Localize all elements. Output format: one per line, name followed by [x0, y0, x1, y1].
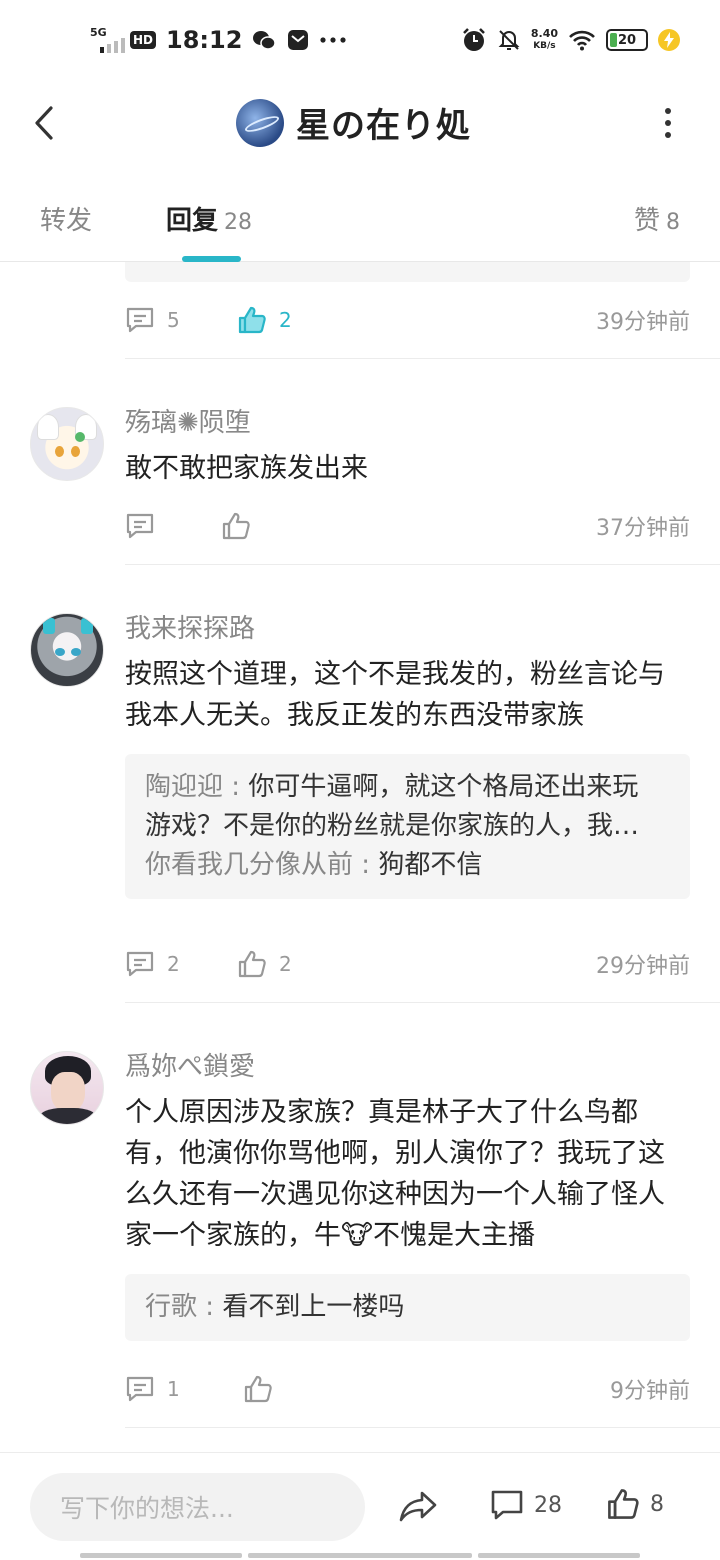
reply-quote-box	[125, 262, 690, 282]
comment-icon	[126, 307, 154, 333]
username[interactable]: 爲妳ぺ鎖愛	[125, 1046, 255, 1083]
comment-input[interactable]: 写下你的想法...	[30, 1473, 365, 1541]
network-speed: 8.40 KB/s	[530, 27, 558, 52]
comment-actions: 1 9分钟前	[125, 1369, 690, 1409]
reply-line: 游戏？不是你的粉丝就是你家族的人，我…	[145, 811, 640, 841]
comment-text: 按照这个道理，这个不是我发的，粉丝言论与我本人无关。我反正发的东西没带家族	[125, 659, 665, 731]
chevron-left-icon	[35, 106, 53, 140]
clock: 18:12	[166, 26, 243, 54]
divider	[125, 564, 720, 565]
channel-title[interactable]: 星の在り処	[236, 98, 471, 147]
hd-badge: HD	[130, 31, 157, 49]
divider	[125, 1002, 720, 1003]
bottom-bar: 写下你的想法... 28 8	[0, 1452, 720, 1560]
status-bar: 5G HD 18:12 8.40 KB/s 20	[0, 0, 720, 80]
timestamp: 29分钟前	[596, 954, 690, 979]
thumbs-up-icon	[238, 950, 266, 978]
home-indicator	[80, 1553, 640, 1558]
page-title: 星の在り処	[296, 106, 471, 146]
comment-text: 敢不敢把家族发出来	[125, 453, 368, 484]
channel-avatar	[236, 98, 284, 147]
battery-icon: 20	[606, 29, 648, 51]
comment-actions: 2 2 29分钟前	[125, 944, 690, 984]
reply-button[interactable]: 5	[125, 306, 180, 334]
avatar[interactable]	[30, 1051, 104, 1125]
mute-icon	[498, 30, 520, 50]
tab-reply[interactable]: 回复 28	[166, 200, 252, 237]
reply-line: 陶迎迎 : 你可牛逼啊，就这个格局还出来玩	[145, 772, 639, 802]
reply-button[interactable]	[125, 512, 167, 540]
app-header: 星の在り処	[0, 80, 720, 170]
comment-feed[interactable]: 5 2 39分钟前 殇璃✺陨堕 敢不敢把家族发出来 37分钟前 我来探探路 按照…	[0, 262, 720, 1452]
alarm-icon	[462, 28, 485, 51]
comment-actions: 5 2 39分钟前	[125, 300, 690, 340]
reply-line: 你看我几分像从前 : 狗都不信	[145, 850, 483, 880]
reply-button[interactable]: 1	[125, 1375, 180, 1403]
reply-quote-box[interactable]: 行歌 : 看不到上一楼吗	[125, 1274, 690, 1341]
divider	[125, 358, 720, 359]
comment-text: 个人原因涉及家族？真是林子大了什么鸟都有，他演你你骂他啊，别人演你了？我玩了这么…	[125, 1097, 665, 1251]
username[interactable]: 我来探探路	[125, 608, 255, 645]
like-button[interactable]	[243, 1374, 285, 1404]
divider	[125, 1427, 720, 1428]
signal-icon: 5G	[90, 24, 125, 56]
thumbs-up-icon	[244, 1375, 272, 1403]
back-button[interactable]	[26, 100, 62, 146]
timestamp: 37分钟前	[596, 516, 690, 541]
wifi-icon	[569, 30, 595, 51]
more-button[interactable]	[656, 108, 680, 138]
input-placeholder: 写下你的想法...	[60, 1494, 234, 1523]
message-icon	[288, 30, 309, 50]
comments-button[interactable]: 28	[490, 1489, 562, 1521]
like-button[interactable]: 2	[237, 949, 292, 979]
like-button[interactable]: 2	[237, 305, 292, 335]
comment-icon	[126, 1376, 154, 1402]
thumbs-up-icon	[608, 1489, 639, 1519]
comment-icon	[491, 1490, 523, 1520]
username[interactable]: 殇璃✺陨堕	[125, 402, 251, 439]
comment-actions: 37分钟前	[125, 506, 690, 546]
wechat-icon	[253, 31, 277, 50]
tab-like[interactable]: 赞8	[634, 200, 680, 237]
comment-icon	[126, 513, 154, 539]
thumbs-up-icon	[238, 306, 266, 334]
comment-icon	[126, 951, 154, 977]
like-post-button[interactable]: 8	[606, 1487, 664, 1521]
thumbs-up-icon	[222, 512, 250, 540]
more-notifications-icon	[320, 37, 347, 43]
avatar[interactable]	[30, 613, 104, 687]
timestamp: 9分钟前	[610, 1379, 690, 1404]
like-button[interactable]	[221, 511, 263, 541]
tab-bar: 转发 回复 28 赞8	[0, 170, 720, 262]
more-vertical-icon	[665, 108, 671, 114]
tab-forward[interactable]: 转发	[40, 200, 92, 237]
reply-line: 行歌 : 看不到上一楼吗	[145, 1292, 405, 1322]
reply-button[interactable]: 2	[125, 950, 180, 978]
timestamp: 39分钟前	[596, 310, 690, 335]
reply-quote-box[interactable]: 陶迎迎 : 你可牛逼啊，就这个格局还出来玩 游戏？不是你的粉丝就是你家族的人，我…	[125, 754, 690, 899]
avatar[interactable]	[30, 407, 104, 481]
share-button[interactable]	[398, 1489, 438, 1527]
charging-icon	[658, 29, 680, 51]
share-icon	[399, 1491, 437, 1522]
